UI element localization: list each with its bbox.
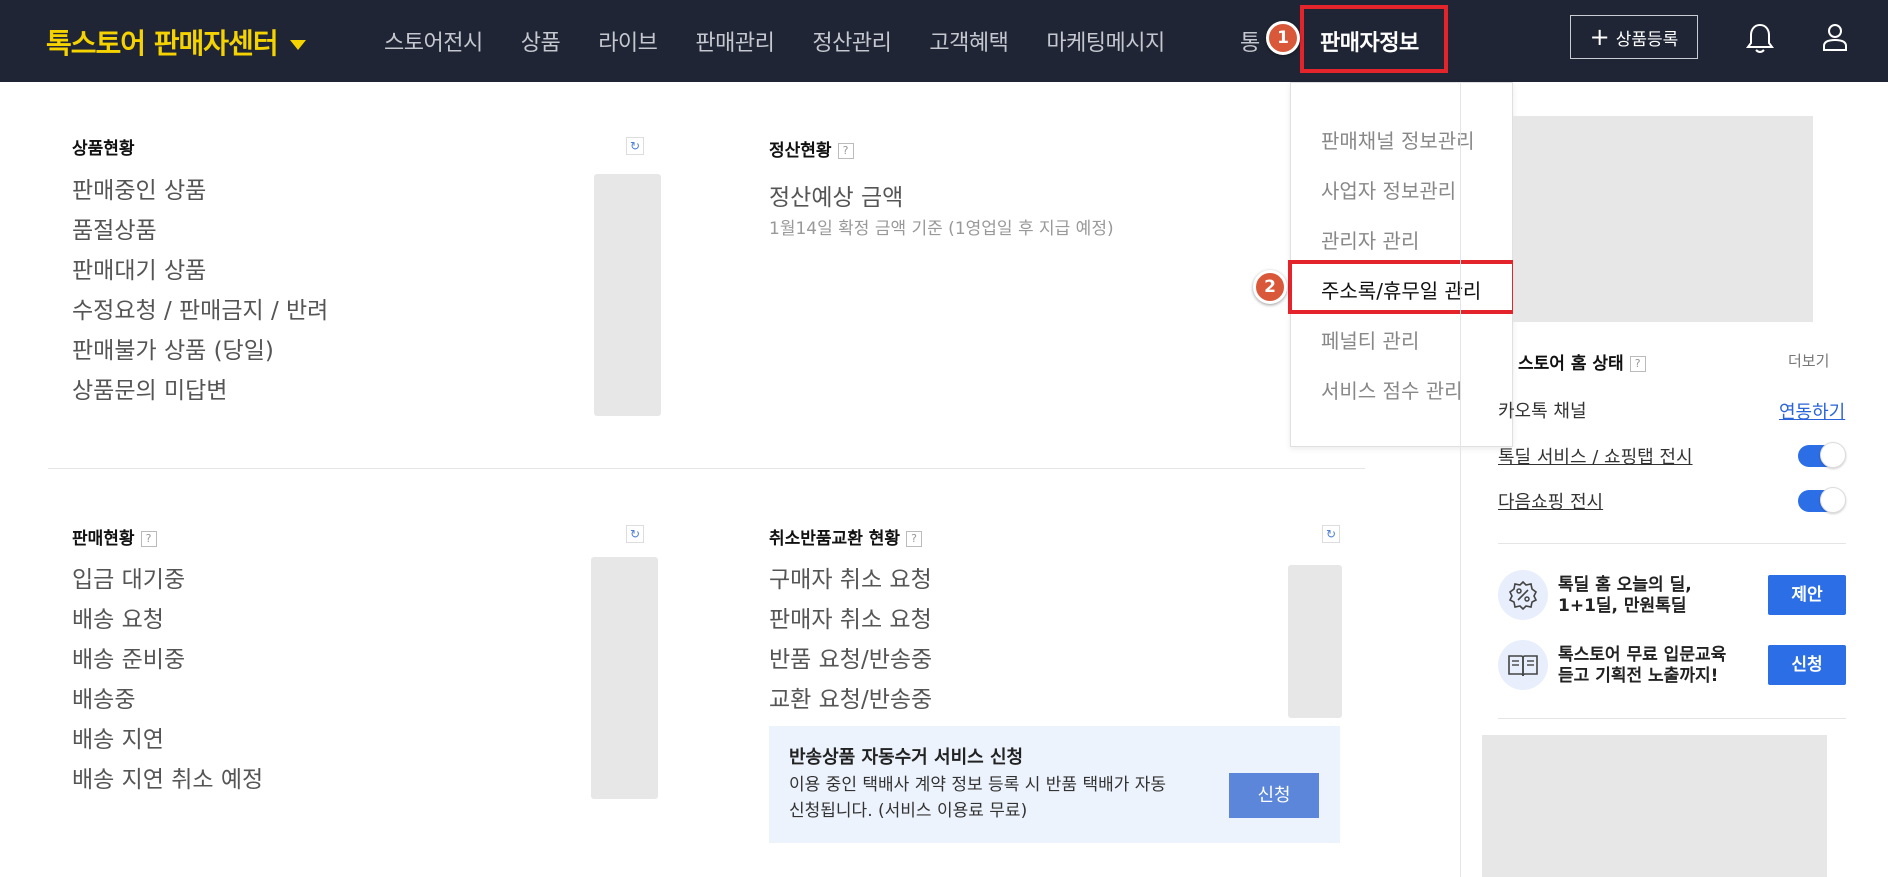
product-status-title: 상품현황: [72, 139, 135, 159]
promo-talkdeal-text: 톡딜 홈 오늘의 딜, 1+1딜, 만원톡딜: [1558, 575, 1692, 617]
nav-item-stats[interactable]: 통: [1240, 25, 1264, 57]
brand-menu[interactable]: 톡스토어 판매자센터: [46, 22, 306, 62]
sales-status-list: 입금 대기중 배송 요청 배송 준비중 배송중 배송 지연 배송 지연 취소 예…: [72, 560, 263, 800]
sidebar-top-placeholder: [1513, 116, 1813, 322]
nav-item-product[interactable]: 상품: [521, 25, 561, 57]
kakao-connect-link[interactable]: 연동하기: [1779, 398, 1845, 424]
dropdown-item-channel-info[interactable]: 판매채널 정보관리: [1321, 125, 1475, 154]
sales-status-title: 판매현황?: [72, 524, 157, 549]
nav-item-marketing[interactable]: 마케팅메시지: [1046, 25, 1165, 57]
sales-row-shipping-request[interactable]: 배송 요청: [72, 600, 263, 640]
dropdown-item-penalty[interactable]: 페널티 관리: [1321, 325, 1419, 354]
brand-title: 톡스토어 판매자센터: [46, 27, 279, 60]
apply-education-button[interactable]: 신청: [1768, 645, 1846, 685]
dropdown-item-admin-manage[interactable]: 관리자 관리: [1321, 225, 1419, 254]
store-home-title: 스토어 홈 상태?: [1518, 349, 1646, 374]
nav-item-sales[interactable]: 판매관리: [695, 25, 774, 57]
top-navigation: 톡스토어 판매자센터 스토어전시 상품 라이브 판매관리 정산관리 고객혜택 마…: [0, 0, 1888, 82]
settlement-note: 1월14일 확정 금액 기준 (1영업일 후 지급 예정): [769, 219, 1114, 239]
product-count-placeholder: [594, 174, 661, 416]
book-icon: [1498, 640, 1548, 690]
product-row-rejected[interactable]: 수정요청 / 판매금지 / 반려: [72, 291, 328, 331]
cancel-row-buyer-cancel[interactable]: 구매자 취소 요청: [769, 560, 932, 600]
talkdeal-toggle[interactable]: [1798, 442, 1846, 468]
register-product-button[interactable]: + 상품등록: [1570, 15, 1698, 59]
nav-item-live[interactable]: 라이브: [598, 25, 658, 57]
help-icon[interactable]: ?: [1629, 356, 1646, 372]
product-refresh-icon[interactable]: ↻: [626, 137, 644, 155]
product-row-unanswered[interactable]: 상품문의 미답변: [72, 371, 328, 411]
promo-education-line2: 듣고 기획전 노출까지!: [1558, 666, 1719, 686]
step-badge-2: 2: [1253, 270, 1287, 304]
sales-refresh-icon[interactable]: ↻: [626, 525, 644, 543]
main-menu: 스토어전시 상품 라이브 판매관리 정산관리 고객혜택 마케팅메시지: [384, 25, 1203, 57]
cancel-row-seller-cancel[interactable]: 판매자 취소 요청: [769, 600, 932, 640]
sidebar-divider-2: [1498, 718, 1846, 719]
sales-row-shipping[interactable]: 배송중: [72, 680, 263, 720]
caret-down-icon: [289, 40, 306, 50]
settlement-status-title: 정산현황?: [769, 136, 854, 161]
nav-item-store-display[interactable]: 스토어전시: [384, 25, 483, 57]
cancel-row-return[interactable]: 반품 요청/반송중: [769, 640, 932, 680]
cancel-count-placeholder: [1288, 565, 1342, 718]
return-pickup-banner: 반송상품 자동수거 서비스 신청 이용 중인 택배사 계약 정보 등록 시 반품…: [769, 726, 1340, 843]
product-row-sold-out[interactable]: 품절상품: [72, 211, 328, 251]
user-icon[interactable]: [1821, 22, 1849, 56]
discount-icon: [1498, 570, 1548, 620]
talkdeal-toggle-label[interactable]: 톡딜 서비스 / 쇼핑탭 전시: [1498, 443, 1693, 469]
cancel-status-label: 취소반품교환 현황: [769, 529, 901, 549]
section-divider: [48, 468, 1365, 469]
promo-education-text: 톡스토어 무료 입문교육 듣고 기획전 노출까지!: [1558, 645, 1726, 687]
cancel-row-exchange[interactable]: 교환 요청/반송중: [769, 680, 932, 720]
register-product-label: 상품등록: [1615, 29, 1679, 50]
promo-talkdeal-line1: 톡딜 홈 오늘의 딜,: [1558, 575, 1692, 595]
propose-button[interactable]: 제안: [1768, 575, 1846, 615]
bell-icon[interactable]: [1746, 22, 1774, 58]
product-row-unavailable[interactable]: 판매불가 상품 (당일): [72, 331, 328, 371]
help-icon[interactable]: ?: [906, 531, 923, 547]
sales-status-label: 판매현황: [72, 529, 135, 549]
sales-row-awaiting-payment[interactable]: 입금 대기중: [72, 560, 263, 600]
sales-row-delay-cancel[interactable]: 배송 지연 취소 예정: [72, 760, 263, 800]
nav-item-benefits[interactable]: 고객혜택: [929, 25, 1008, 57]
nav-item-settlement[interactable]: 정산관리: [812, 25, 891, 57]
promo-education-line1: 톡스토어 무료 입문교육: [1558, 645, 1727, 665]
plus-icon: +: [1589, 23, 1610, 51]
sales-row-preparing[interactable]: 배송 준비중: [72, 640, 263, 680]
toggle-knob: [1820, 442, 1846, 468]
sidebar-bottom-placeholder: [1482, 735, 1827, 877]
highlight-address-holiday: [1288, 260, 1516, 314]
help-icon[interactable]: ?: [837, 143, 854, 159]
product-status-list: 판매중인 상품 품절상품 판매대기 상품 수정요청 / 판매금지 / 반려 판매…: [72, 171, 328, 411]
sidebar-divider-1: [1498, 543, 1846, 544]
kakao-channel-label: 카오톡 채널: [1498, 401, 1587, 422]
dropdown-item-business-info[interactable]: 사업자 정보관리: [1321, 175, 1456, 204]
highlight-seller-info: [1300, 5, 1448, 73]
settlement-expected-label: 정산예상 금액: [769, 185, 904, 211]
cancel-status-list: 구매자 취소 요청 판매자 취소 요청 반품 요청/반송중 교환 요청/반송중: [769, 560, 932, 720]
cancel-status-title: 취소반품교환 현황?: [769, 524, 923, 549]
cancel-refresh-icon[interactable]: ↻: [1322, 525, 1340, 543]
store-home-label: 스토어 홈 상태: [1518, 354, 1624, 374]
help-icon[interactable]: ?: [140, 531, 157, 547]
product-row-on-sale[interactable]: 판매중인 상품: [72, 171, 328, 211]
step-badge-1: 1: [1266, 21, 1300, 55]
more-link[interactable]: 더보기: [1788, 350, 1829, 371]
banner-apply-button[interactable]: 신청: [1229, 773, 1319, 818]
banner-title: 반송상품 자동수거 서비스 신청: [789, 747, 1024, 768]
promo-talkdeal-line2: 1+1딜, 만원톡딜: [1558, 596, 1687, 616]
daum-toggle-label[interactable]: 다음쇼핑 전시: [1498, 488, 1603, 514]
settlement-status-label: 정산현황: [769, 141, 832, 161]
toggle-knob: [1820, 487, 1846, 513]
dropdown-item-service-score[interactable]: 서비스 점수 관리: [1321, 375, 1463, 404]
sidebar-divider: [1460, 82, 1461, 877]
banner-description: 이용 중인 택배사 계약 정보 등록 시 반품 택배가 자동 신청됩니다. (서…: [789, 775, 1167, 821]
daum-shopping-toggle[interactable]: [1798, 487, 1846, 513]
sales-count-placeholder: [591, 557, 658, 799]
product-row-pending[interactable]: 판매대기 상품: [72, 251, 328, 291]
sales-row-delayed[interactable]: 배송 지연: [72, 720, 263, 760]
